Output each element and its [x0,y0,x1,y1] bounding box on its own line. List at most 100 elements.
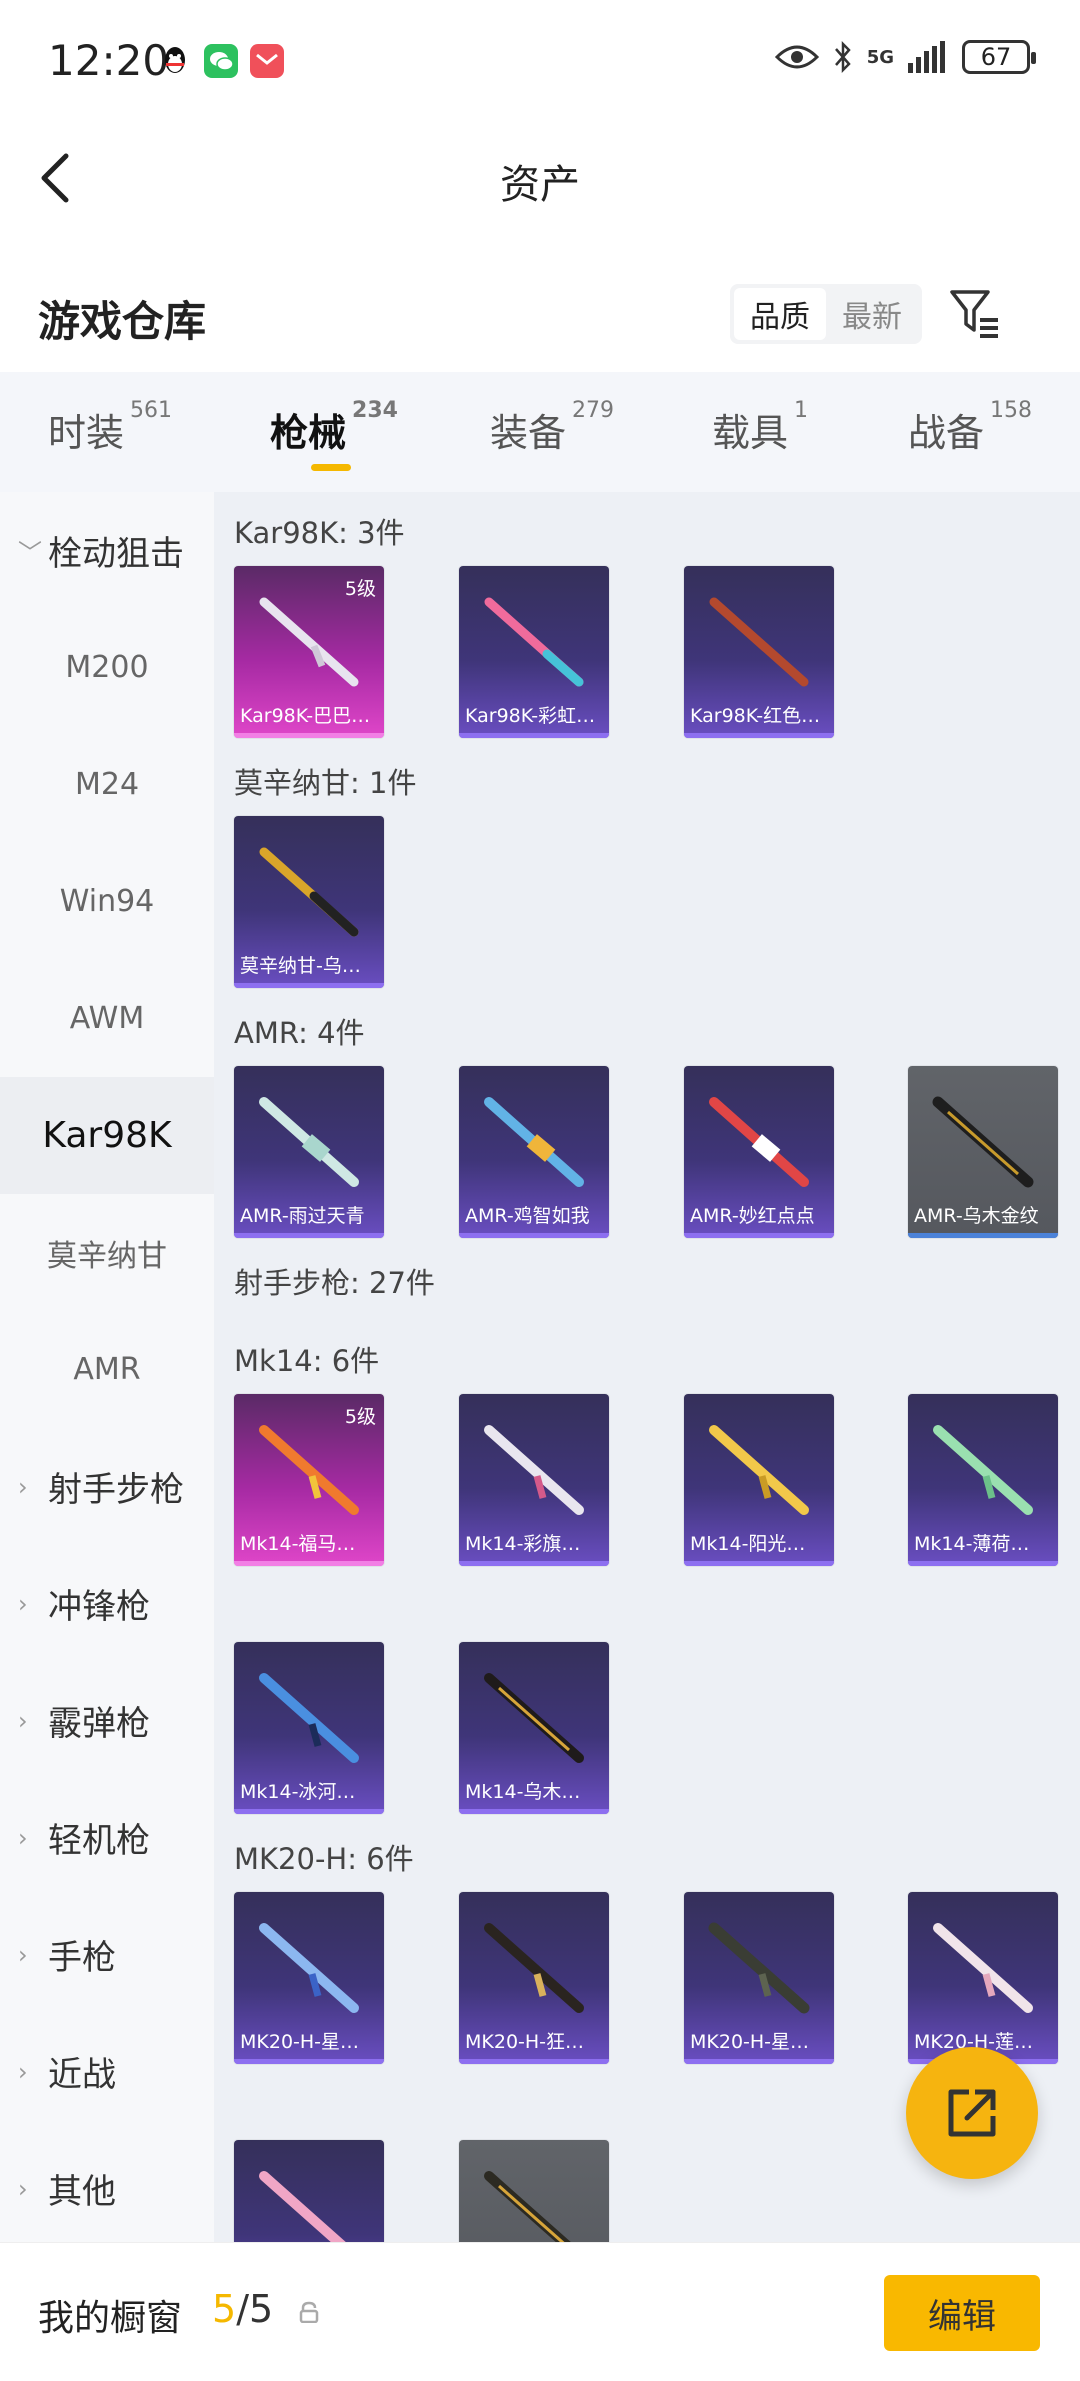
sidebar-label: M24 [74,767,140,802]
showcase-total: 5 [249,2287,274,2331]
signal-icon [908,41,945,73]
sidebar-label: 轻机枪 [48,1821,150,1861]
filter-icon[interactable] [948,286,1004,342]
weapon-name: AMR-妙红点点 [690,1205,815,1227]
rifle-icon [259,1673,359,1763]
sidebar-group-melee[interactable]: › 近战 [0,2013,214,2130]
sidebar-item-kar98k[interactable]: Kar98K [0,1077,214,1194]
weapon-card[interactable]: Mk14-阳光… [684,1394,834,1566]
section-label-dmr: 射手步枪: 27件 [234,1266,435,1300]
weapon-card[interactable] [459,2140,609,2242]
chevron-down-icon: ﹀ [18,539,42,567]
category-tabs: 时装561 枪械234 装备279 载具1 战备158 [0,372,1080,492]
weapon-card[interactable]: MK20-H-狂… [459,1892,609,2064]
weapon-card[interactable]: Mk14-彩旗… [459,1394,609,1566]
tab-label: 时装 [48,411,125,455]
sort-newest-option[interactable]: 最新 [826,288,918,340]
weapon-name: Mk14-彩旗… [465,1533,581,1555]
tab-combat-gear[interactable]: 战备158 [908,398,1032,457]
weapon-name: Mk14-冰河… [240,1781,356,1803]
weapon-name: MK20-H-狂… [465,2031,585,2053]
tab-outfits[interactable]: 时装561 [48,398,172,457]
mail-icon [250,44,284,78]
chevron-right-icon: › [18,1589,28,1618]
sidebar-item-mosin[interactable]: 莫辛纳甘 [0,1194,214,1311]
sidebar-label: Kar98K [42,1115,172,1156]
sidebar-label: AWM [69,1001,145,1036]
weapon-card[interactable] [234,2140,384,2242]
sidebar-group-shotgun[interactable]: › 霰弹枪 [0,1662,214,1779]
rarity-bar [234,983,384,988]
weapon-card[interactable]: 5级 Mk14-福马… [234,1394,384,1566]
weapon-card[interactable]: AMR-乌木金纹 [908,1066,1058,1238]
sort-quality-option[interactable]: 品质 [734,288,826,340]
weapon-card[interactable]: Mk14-乌木… [459,1642,609,1814]
tab-count: 279 [572,398,615,423]
weapon-card[interactable]: AMR-妙红点点 [684,1066,834,1238]
weapon-card[interactable]: Mk14-冰河… [234,1642,384,1814]
network-type: 5G [866,46,894,68]
tab-weapons[interactable]: 枪械234 [270,398,398,457]
showcase-bar: 我的橱窗 5/5 编辑 [0,2242,1080,2381]
showcase-count: 5/5 [212,2287,273,2331]
chevron-right-icon: › [18,1472,28,1501]
active-tab-indicator [311,464,351,471]
weapon-name: AMR-雨过天青 [240,1205,365,1227]
tab-count: 234 [352,398,398,423]
sidebar-item-win94[interactable]: Win94 [0,843,214,960]
sidebar-item-awm[interactable]: AWM [0,960,214,1077]
rarity-bar [459,733,609,738]
weapon-card[interactable]: MK20-H-莲… [908,1892,1058,2064]
rifle-icon [484,1425,584,1515]
warehouse-header: 游戏仓库 品质 最新 [0,262,1080,372]
rifle-icon [932,1096,1034,1188]
status-bar: 12:20 5G 67 [0,0,1080,120]
rifle-icon [259,2171,346,2242]
rarity-bar [684,1233,834,1238]
level-badge: 5级 [344,1406,376,1428]
bluetooth-icon [834,40,851,74]
weapon-card[interactable]: Kar98K-红色… [684,566,834,738]
weapon-card[interactable]: MK20-H-星… [684,1892,834,2064]
wechat-icon [204,44,238,78]
weapon-card[interactable]: MK20-H-星… [234,1892,384,2064]
tab-vehicles[interactable]: 载具1 [712,398,808,457]
rifle-icon [259,1097,359,1187]
rifle-icon [708,1922,810,2014]
sidebar-group-lmg[interactable]: › 轻机枪 [0,1779,214,1896]
sidebar-group-other[interactable]: › 其他 [0,2130,214,2247]
sidebar-group-bolt-action[interactable]: ﹀ 栓动狙击 [0,492,214,609]
weapon-card[interactable]: AMR-雨过天青 [234,1066,384,1238]
rifle-icon [484,1097,584,1187]
rifle-icon [484,2171,571,2242]
weapon-name: Mk14-阳光… [690,1533,806,1555]
sidebar-item-amr[interactable]: AMR [0,1311,214,1428]
tab-count: 561 [130,398,173,423]
rarity-bar [908,1561,1058,1566]
weapon-card[interactable]: 5级 Kar98K-巴巴… [234,566,384,738]
sidebar-label: AMR [73,1352,141,1387]
lock-icon [299,2301,319,2323]
sidebar-item-m200[interactable]: M200 [0,609,214,726]
tab-label: 装备 [490,411,567,455]
rarity-bar [908,1233,1058,1238]
weapon-card[interactable]: Mk14-薄荷… [908,1394,1058,1566]
weapon-name: Mk14-福马… [240,1533,356,1555]
sidebar-group-pistol[interactable]: › 手枪 [0,1896,214,2013]
tab-count: 158 [990,398,1033,423]
warehouse-title: 游戏仓库 [38,297,207,346]
rarity-bar [684,733,834,738]
share-button[interactable] [906,2047,1038,2179]
weapon-card[interactable]: 莫辛纳甘-乌… [234,816,384,988]
tab-equipment[interactable]: 装备279 [490,398,614,457]
weapon-card[interactable]: AMR-鸡智如我 [459,1066,609,1238]
sidebar-item-m24[interactable]: M24 [0,726,214,843]
chevron-right-icon: › [18,1940,28,1969]
showcase-current: 5 [212,2287,237,2331]
sidebar-group-smg[interactable]: › 冲锋枪 [0,1545,214,1662]
sidebar-group-dmr[interactable]: › 射手步枪 [0,1428,214,1545]
tab-count: 1 [794,398,809,423]
weapon-card[interactable]: Kar98K-彩虹… [459,566,609,738]
edit-button[interactable]: 编辑 [884,2275,1040,2351]
rarity-bar [234,733,384,738]
